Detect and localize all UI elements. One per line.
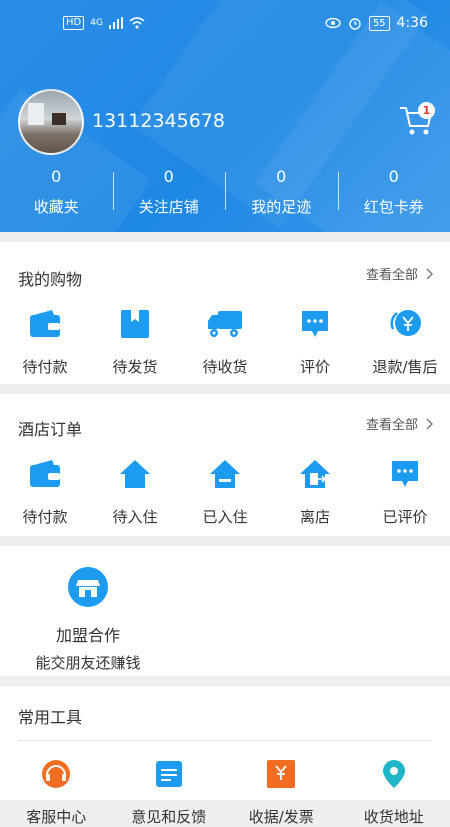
view-all-label: 查看全部 bbox=[366, 264, 418, 283]
stat-label: 收藏夹 bbox=[0, 196, 113, 217]
item-label: 已入住 bbox=[180, 506, 270, 527]
hotel-checked-in[interactable]: 已入住 bbox=[180, 456, 270, 527]
item-label: 评价 bbox=[270, 356, 360, 377]
network-type: 4G bbox=[90, 18, 103, 28]
clock: 4:36 bbox=[397, 15, 428, 31]
store-icon bbox=[67, 566, 109, 608]
hotel-pending-payment[interactable]: 待付款 bbox=[0, 456, 90, 527]
stat-value: 0 bbox=[113, 166, 226, 188]
hotel-section: 酒店订单 查看全部 待付款 待入住 已入住 离店 已评价 bbox=[0, 394, 450, 536]
tool-invoice[interactable]: 收据/发票 bbox=[225, 756, 338, 827]
item-label: 待发货 bbox=[90, 356, 180, 377]
stats-row: 0收藏夹 0关注店铺 0我的足迹 0红包卡券 bbox=[0, 166, 450, 222]
view-all-shopping-link[interactable]: 查看全部 bbox=[366, 264, 434, 283]
invoice-icon bbox=[266, 758, 296, 790]
tools-section: 常用工具 客服中心 意见和反馈 收据/发票 收货地址 bbox=[0, 686, 450, 800]
stat-label: 我的足迹 bbox=[225, 196, 338, 217]
wifi-icon bbox=[129, 17, 145, 29]
order-refund[interactable]: 退款/售后 bbox=[360, 306, 450, 377]
section-title: 常用工具 bbox=[18, 704, 82, 728]
profile-header: HD 4G 55 4:36 13112345678 1 0收藏夹 0关注店铺 0… bbox=[0, 0, 450, 232]
package-icon bbox=[119, 308, 151, 340]
checkout-door-icon bbox=[298, 458, 332, 490]
order-pending-payment[interactable]: 待付款 bbox=[0, 306, 90, 377]
stat-label: 红包卡券 bbox=[338, 196, 450, 217]
stat-value: 0 bbox=[338, 166, 450, 188]
signal-icon bbox=[109, 17, 123, 29]
stat-label: 关注店铺 bbox=[113, 196, 226, 217]
join-subtitle: 能交朋友还赚钱 bbox=[18, 652, 158, 673]
chevron-right-icon bbox=[426, 418, 434, 430]
section-title: 酒店订单 bbox=[18, 416, 82, 440]
location-pin-icon bbox=[381, 758, 407, 790]
item-label: 退款/售后 bbox=[360, 356, 450, 377]
headset-icon bbox=[39, 758, 73, 790]
item-label: 客服中心 bbox=[0, 806, 113, 827]
view-all-label: 查看全部 bbox=[366, 414, 418, 433]
battery-indicator: 55 bbox=[369, 16, 390, 31]
section-title: 我的购物 bbox=[18, 266, 82, 290]
join-partner-entry[interactable]: 加盟合作 能交朋友还赚钱 bbox=[18, 566, 158, 673]
tool-shipping-address[interactable]: 收货地址 bbox=[338, 756, 450, 827]
order-pending-receipt[interactable]: 待收货 bbox=[180, 306, 270, 377]
order-pending-shipment[interactable]: 待发货 bbox=[90, 306, 180, 377]
stat-followed-shops[interactable]: 0 关注店铺 bbox=[113, 166, 226, 222]
truck-icon bbox=[206, 309, 244, 339]
alarm-icon bbox=[348, 16, 362, 30]
hotel-reviewed[interactable]: 已评价 bbox=[360, 456, 450, 527]
comment-icon bbox=[389, 458, 421, 490]
hotel-checked-out[interactable]: 离店 bbox=[270, 456, 360, 527]
hd-indicator: HD bbox=[63, 16, 84, 30]
item-label: 收货地址 bbox=[338, 806, 450, 827]
divider bbox=[18, 740, 432, 741]
cart-badge: 1 bbox=[418, 102, 435, 119]
eye-icon bbox=[325, 17, 341, 29]
chevron-right-icon bbox=[426, 268, 434, 280]
view-all-hotel-link[interactable]: 查看全部 bbox=[366, 414, 434, 433]
wallet-icon bbox=[28, 459, 62, 489]
item-label: 待付款 bbox=[0, 506, 90, 527]
item-label: 收据/发票 bbox=[225, 806, 338, 827]
item-label: 待收货 bbox=[180, 356, 270, 377]
item-label: 离店 bbox=[270, 506, 360, 527]
status-bar: HD 4G 55 4:36 bbox=[0, 0, 450, 48]
house-icon bbox=[118, 458, 152, 490]
tool-feedback[interactable]: 意见和反馈 bbox=[113, 756, 226, 827]
comment-icon bbox=[299, 308, 331, 340]
order-review[interactable]: 评价 bbox=[270, 306, 360, 377]
item-label: 待付款 bbox=[0, 356, 90, 377]
stat-favorites[interactable]: 0 收藏夹 bbox=[0, 166, 113, 222]
join-title: 加盟合作 bbox=[18, 622, 158, 646]
stat-coupons[interactable]: 0 红包卡券 bbox=[338, 166, 450, 222]
avatar[interactable] bbox=[18, 89, 84, 155]
item-label: 已评价 bbox=[360, 506, 450, 527]
hotel-pending-checkin[interactable]: 待入住 bbox=[90, 456, 180, 527]
stat-footprints[interactable]: 0 我的足迹 bbox=[225, 166, 338, 222]
stat-value: 0 bbox=[0, 166, 113, 188]
wallet-icon bbox=[28, 309, 62, 339]
refund-icon bbox=[387, 307, 423, 341]
tool-customer-service[interactable]: 客服中心 bbox=[0, 756, 113, 827]
item-label: 待入住 bbox=[90, 506, 180, 527]
user-phone: 13112345678 bbox=[92, 110, 225, 132]
stat-value: 0 bbox=[225, 166, 338, 188]
house-checked-icon bbox=[208, 458, 242, 490]
feedback-icon bbox=[153, 758, 185, 790]
item-label: 意见和反馈 bbox=[113, 806, 226, 827]
join-section: 加盟合作 能交朋友还赚钱 bbox=[0, 546, 450, 676]
shopping-section: 我的购物 查看全部 待付款 待发货 待收货 评价 退款/售后 bbox=[0, 242, 450, 384]
